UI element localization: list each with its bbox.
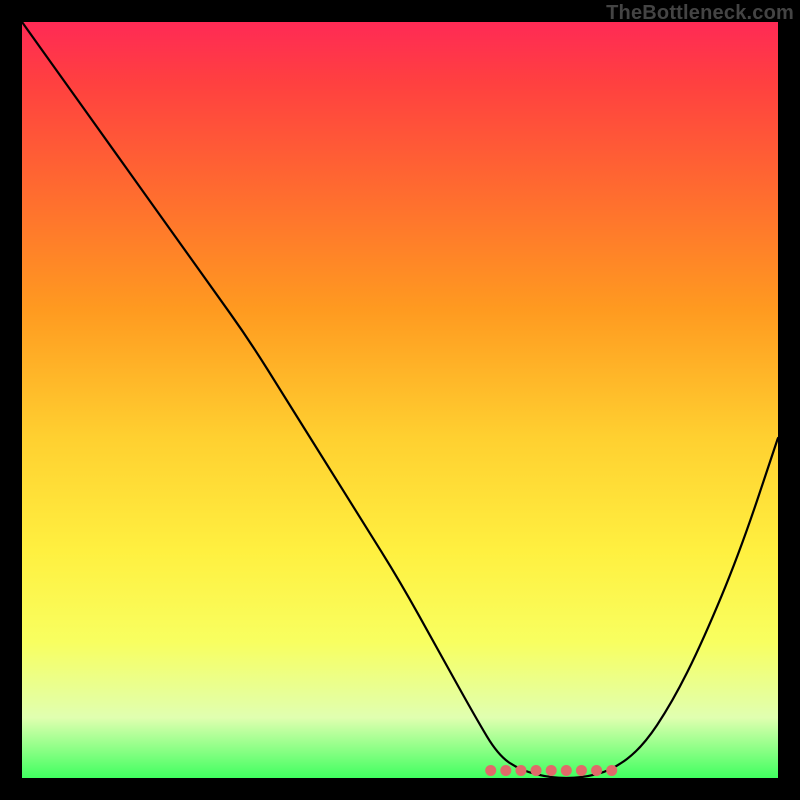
curve-marker (576, 765, 586, 775)
curve-marker (592, 765, 602, 775)
chart-frame: TheBottleneck.com (0, 0, 800, 800)
curve-marker (486, 765, 496, 775)
curve-marker (531, 765, 541, 775)
curve-marker (607, 765, 617, 775)
curve-marker (501, 765, 511, 775)
curve-marker (561, 765, 571, 775)
plot-area (22, 22, 778, 778)
bottleneck-curve (22, 22, 778, 778)
curve-marker (516, 765, 526, 775)
curve-marker (546, 765, 556, 775)
